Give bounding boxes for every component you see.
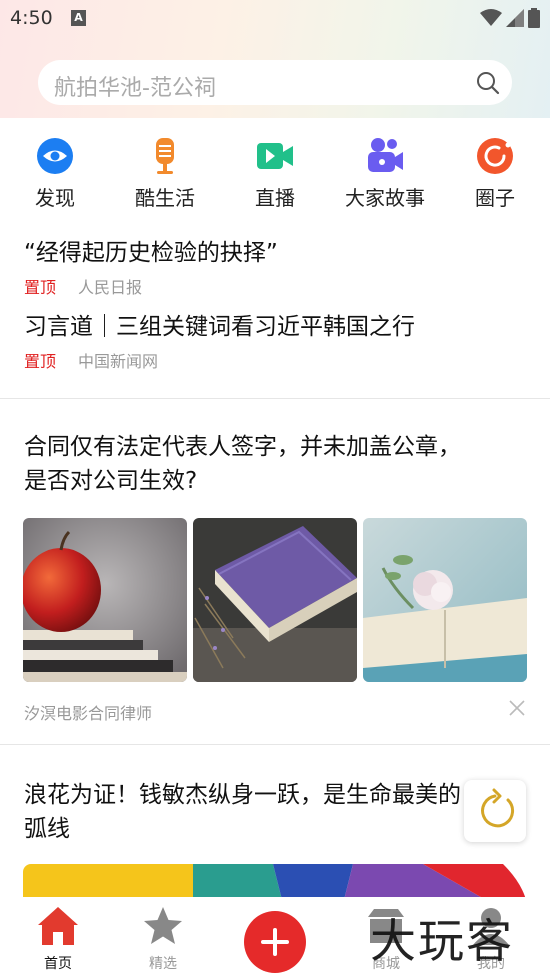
divider <box>0 744 550 745</box>
article-title-line: 弧线 <box>24 816 70 842</box>
quick-nav-live[interactable]: 直播 <box>220 136 330 216</box>
notification-a-icon: A <box>71 10 86 26</box>
article-meta: 汐溟电影合同律师 <box>24 696 524 724</box>
search-icon[interactable] <box>476 71 500 95</box>
news-item[interactable]: 习言道｜三组关键词看习近平韩国之行 置顶 中国新闻网 <box>24 310 524 372</box>
refresh-button[interactable] <box>464 780 526 842</box>
news-source: 中国新闻网 <box>78 352 159 371</box>
article-title-block[interactable]: 浪花为证！钱敏杰纵身一跃，是生命最美的 弧线 <box>24 778 524 846</box>
publish-plus-button[interactable] <box>244 911 306 973</box>
news-item[interactable]: “经得起历史检验的抉择” 置顶 人民日报 <box>24 236 524 298</box>
article-image-row[interactable] <box>23 518 527 682</box>
search-placeholder: 航拍华池-范公祠 <box>54 76 216 101</box>
quick-nav: 发现 酷生活 直播 大家故事 圈子 <box>0 118 550 218</box>
pinned-badge: 置顶 <box>24 352 57 371</box>
quick-nav-label: 发现 <box>35 186 75 210</box>
article-title-block[interactable]: 合同仅有法定代表人签字，并未加盖公章， 是否对公司生效? <box>24 430 524 498</box>
battery-icon <box>528 8 540 28</box>
quick-nav-cool-life[interactable]: 酷生活 <box>110 136 220 216</box>
video-camera-icon <box>257 143 293 169</box>
quick-nav-label: 直播 <box>255 186 295 210</box>
rose-book-image <box>363 518 527 682</box>
article-title-line: 是否对公司生效? <box>24 468 198 494</box>
star-icon <box>144 907 182 944</box>
plus-icon <box>261 928 289 956</box>
circle-icon <box>477 138 513 174</box>
quick-nav-stories[interactable]: 大家故事 <box>330 136 440 216</box>
quick-nav-label: 圈子 <box>475 186 515 210</box>
status-icons <box>480 7 540 29</box>
microphone-icon <box>156 138 174 174</box>
apple-books-image <box>23 518 187 682</box>
quick-nav-circles[interactable]: 圈子 <box>440 136 550 216</box>
tab-label: 首页 <box>44 956 72 972</box>
quick-nav-label: 大家故事 <box>345 186 425 210</box>
news-meta: 置顶 中国新闻网 <box>24 348 524 372</box>
people-icon <box>368 138 403 172</box>
purple-book-image <box>193 518 357 682</box>
news-source: 人民日报 <box>78 278 143 297</box>
header: 4:50 A 航拍华池-范公祠 <box>0 0 550 118</box>
tab-label: 精选 <box>149 956 177 972</box>
watermark-logo: 大玩客 <box>370 914 514 968</box>
news-source: 汐溟电影合同律师 <box>24 704 153 723</box>
article-title-line: 浪花为证！钱敏杰纵身一跃，是生命最美的 <box>24 782 461 808</box>
refresh-icon <box>481 788 515 828</box>
search-bar[interactable]: 航拍华池-范公祠 <box>38 60 512 105</box>
news-meta: 置顶 人民日报 <box>24 274 524 298</box>
pinned-badge: 置顶 <box>24 278 57 297</box>
home-icon <box>38 907 78 945</box>
eye-icon <box>37 138 73 174</box>
tab-featured[interactable]: 精选 <box>123 905 203 973</box>
status-bar: 4:50 A <box>0 0 550 38</box>
signal-icon <box>506 9 524 27</box>
divider <box>0 398 550 399</box>
tab-home[interactable]: 首页 <box>18 905 98 973</box>
wifi-icon <box>480 9 502 26</box>
quick-nav-discover[interactable]: 发现 <box>0 136 110 216</box>
close-icon[interactable] <box>508 699 526 717</box>
status-time: 4:50 <box>10 7 53 29</box>
news-title: 习言道｜三组关键词看习近平韩国之行 <box>24 314 415 340</box>
news-title: “经得起历史检验的抉择” <box>24 240 278 266</box>
quick-nav-label: 酷生活 <box>135 186 195 210</box>
article-title-line: 合同仅有法定代表人签字，并未加盖公章， <box>24 434 461 460</box>
